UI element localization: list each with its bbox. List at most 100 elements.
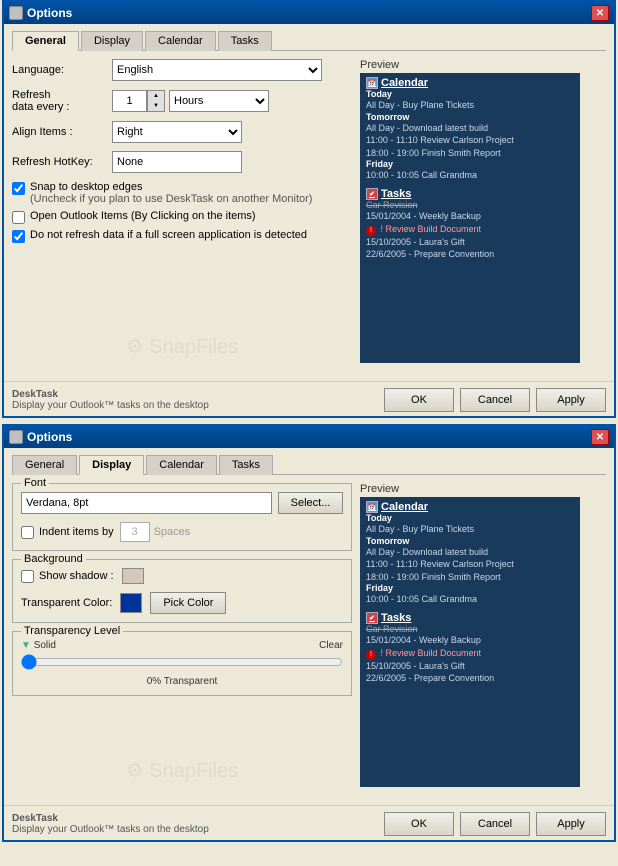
preview-friday-2: Friday	[366, 583, 574, 593]
transparency-slider[interactable]	[21, 653, 343, 671]
transparent-color-label: Transparent Color:	[21, 597, 112, 609]
preview-friday2-entry-0: 10:00 - 10:05 Call Grandma	[366, 593, 574, 606]
refresh-input[interactable]	[112, 90, 147, 112]
window2-content: General Display Calendar Tasks Font Sele…	[4, 448, 614, 801]
tab-calendar-2[interactable]: Calendar	[146, 455, 217, 475]
preview-tomorrow2-entry-0: All Day - Download latest build	[366, 546, 574, 559]
slider-value-display: 0% Transparent	[21, 676, 343, 687]
indent-checkbox[interactable]	[21, 526, 34, 539]
ok-button-2[interactable]: OK	[384, 812, 454, 836]
snap-checkbox[interactable]	[12, 182, 25, 195]
bottom-bar-2: DeskTask Display your Outlook™ tasks on …	[4, 805, 614, 840]
preview-tasks-title-1: ✔ Tasks	[366, 188, 574, 200]
font-row: Select...	[21, 492, 343, 514]
calendar-icon-1: 📅	[366, 77, 378, 89]
cancel-button-1[interactable]: Cancel	[460, 388, 530, 412]
preview-label-1: Preview	[360, 59, 606, 71]
norefresh-row: Do not refresh data if a full screen app…	[12, 229, 352, 243]
preview-today-2: Today	[366, 513, 574, 523]
app-tagline-2: Display your Outlook™ tasks on the deskt…	[12, 824, 209, 835]
hotkey-row: Refresh HotKey:	[12, 151, 352, 173]
main-layout-1: Language: English Refreshdata every : ▲ …	[12, 59, 606, 369]
indent-label: Indent items by	[39, 526, 114, 538]
spinner-down[interactable]: ▼	[148, 101, 164, 111]
alert-icon-1: !	[366, 226, 376, 236]
preview-task2-3: 15/10/2005 - Laura's Gift	[366, 660, 574, 673]
preview-calendar-title-2: 📅 Calendar	[366, 501, 574, 513]
font-input[interactable]	[21, 492, 272, 514]
preview-tomorrow2-entry-2: 18:00 - 19:00 Finish Smith Report	[366, 571, 574, 584]
refresh-spinner: ▲ ▼	[147, 90, 165, 112]
cancel-button-2[interactable]: Cancel	[460, 812, 530, 836]
preview-today-1: Today	[366, 89, 574, 99]
app-icon-2	[9, 430, 23, 444]
language-select[interactable]: English	[112, 59, 322, 81]
tab-display-1[interactable]: Display	[81, 31, 143, 51]
tab-tasks-1[interactable]: Tasks	[218, 31, 272, 51]
hours-select[interactable]: Hours Minutes	[169, 90, 269, 112]
tab-display-2[interactable]: Display	[79, 455, 144, 475]
transparency-group-label: Transparency Level	[21, 625, 123, 637]
title-bar-1: Options ✕	[4, 2, 614, 24]
app-icon-1	[9, 6, 23, 20]
preview-tomorrow-2: Tomorrow	[366, 536, 574, 546]
tab-general-1[interactable]: General	[12, 31, 79, 51]
preview-friday-1: Friday	[366, 159, 574, 169]
shadow-checkbox[interactable]	[21, 570, 34, 583]
preview-task2-1: ! ! Review Build Document	[366, 647, 574, 660]
tab-general-2[interactable]: General	[12, 455, 77, 475]
preview-task-4: 22/6/2005 - Prepare Convention	[366, 248, 574, 261]
font-group-box: Font Select... Indent items by Spaces	[12, 483, 352, 551]
snap-sub-label: (Uncheck if you plan to use DeskTask on …	[30, 193, 312, 205]
slider-arrow: ▼	[21, 640, 34, 651]
preview-label-2: Preview	[360, 483, 606, 495]
norefresh-label: Do not refresh data if a full screen app…	[30, 229, 307, 241]
preview-task-3: 15/10/2005 - Laura's Gift	[366, 236, 574, 249]
preview-task-0: 15/01/2004 - Weekly Backup	[366, 210, 574, 223]
close-button-1[interactable]: ✕	[591, 5, 609, 21]
apply-button-1[interactable]: Apply	[536, 388, 606, 412]
tab-tasks-2[interactable]: Tasks	[219, 455, 273, 475]
preview-calendar-title-1: 📅 Calendar	[366, 77, 574, 89]
spinner-up[interactable]: ▲	[148, 91, 164, 101]
bottom-bar-1: DeskTask Display your Outlook™ tasks on …	[4, 381, 614, 416]
norefresh-checkbox[interactable]	[12, 230, 25, 243]
options-window-1: Options ✕ General Display Calendar Tasks…	[2, 0, 616, 418]
ok-button-1[interactable]: OK	[384, 388, 454, 412]
slider-labels: ▼ Solid Clear	[21, 640, 343, 651]
pick-color-button[interactable]: Pick Color	[150, 592, 226, 614]
select-font-button[interactable]: Select...	[278, 492, 343, 514]
options-panel-2: Font Select... Indent items by Spaces Ba…	[12, 483, 352, 793]
tasks-icon-2: ✔	[366, 612, 378, 624]
preview-tomorrow-entry-1: 11:00 - 11:10 Review Carlson Project	[366, 134, 574, 147]
preview-task2-4: 22/6/2005 - Prepare Convention	[366, 672, 574, 685]
footer-2: DeskTask Display your Outlook™ tasks on …	[12, 813, 209, 835]
watermark-1: ⚙ SnapFiles	[12, 334, 352, 359]
title-bar-2: Options ✕	[4, 426, 614, 448]
snap-row: Snap to desktop edges (Uncheck if you pl…	[12, 181, 352, 205]
options-panel-1: Language: English Refreshdata every : ▲ …	[12, 59, 352, 369]
tab-bar-1: General Display Calendar Tasks	[12, 30, 606, 51]
open-checkbox[interactable]	[12, 211, 25, 224]
preview-box-2: 📅 Calendar Today All Day - Buy Plane Tic…	[360, 497, 580, 787]
indent-input[interactable]	[120, 522, 150, 542]
preview-tomorrow2-entry-1: 11:00 - 11:10 Review Carlson Project	[366, 558, 574, 571]
background-group-label: Background	[21, 553, 86, 565]
align-select[interactable]: Right Left Center	[112, 121, 242, 143]
indent-unit: Spaces	[154, 526, 191, 538]
app-tagline-1: Display your Outlook™ tasks on the deskt…	[12, 400, 209, 411]
preview-task-strikethrough-1: Car Revision	[366, 200, 574, 210]
refresh-row: Refreshdata every : ▲ ▼ Hours Minutes	[12, 89, 352, 113]
options-window-2: Options ✕ General Display Calendar Tasks…	[2, 424, 616, 842]
hotkey-input[interactable]	[112, 151, 242, 173]
apply-button-2[interactable]: Apply	[536, 812, 606, 836]
align-label: Align Items :	[12, 126, 112, 138]
transparent-color-row: Transparent Color: Pick Color	[21, 592, 343, 614]
transparent-color-swatch	[120, 593, 142, 613]
tab-calendar-1[interactable]: Calendar	[145, 31, 216, 51]
preview-tomorrow-1: Tomorrow	[366, 112, 574, 122]
preview-tasks-title-2: ✔ Tasks	[366, 612, 574, 624]
language-label: Language:	[12, 64, 112, 76]
close-button-2[interactable]: ✕	[591, 429, 609, 445]
font-group-label: Font	[21, 477, 49, 489]
